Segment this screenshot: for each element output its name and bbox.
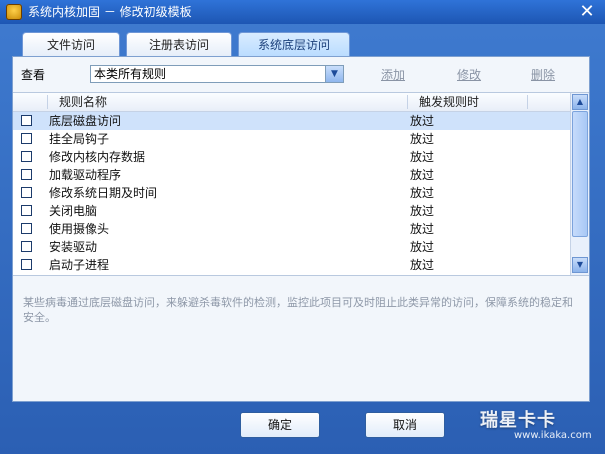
table-row[interactable]: 加载驱动程序 放过 xyxy=(13,166,570,184)
rule-name-cell: 使用摄像头 xyxy=(49,222,110,236)
column-separator xyxy=(527,95,528,109)
tab-file-access[interactable]: 文件访问 xyxy=(22,32,120,56)
rule-checkbox[interactable] xyxy=(21,187,32,198)
column-separator xyxy=(407,95,408,109)
dropdown-arrow-icon[interactable]: ▼ xyxy=(325,66,343,82)
watermark-text: 瑞星卡卡 xyxy=(480,410,556,431)
dialog-window: 系统内核加固 － 修改初级模板 ✕ 文件访问 注册表访问 系统底层访问 查看 本… xyxy=(0,0,605,454)
rule-checkbox[interactable] xyxy=(21,205,32,216)
rule-name-cell: 加载驱动程序 xyxy=(49,168,122,182)
rule-action-cell: 放过 xyxy=(410,150,435,164)
window-title: 系统内核加固 － 修改初级模板 xyxy=(28,5,192,19)
cancel-button[interactable]: 取消 xyxy=(365,412,445,438)
rule-action-cell: 放过 xyxy=(410,222,435,236)
rule-checkbox[interactable] xyxy=(21,169,32,180)
scroll-thumb[interactable] xyxy=(572,111,588,237)
scroll-up-icon[interactable]: ▲ xyxy=(572,94,588,110)
table-row[interactable]: 修改系统日期及时间 放过 xyxy=(13,184,570,202)
add-rule-link[interactable]: 添加 xyxy=(381,66,405,83)
rule-action-cell: 放过 xyxy=(410,186,435,200)
rule-name-cell: 挂全局钩子 xyxy=(49,132,110,146)
rule-name-cell: 安装驱动 xyxy=(49,240,98,254)
table-row[interactable]: 启动子进程 放过 xyxy=(13,256,570,274)
table-row[interactable]: 使用摄像头 放过 xyxy=(13,220,570,238)
app-shield-icon xyxy=(6,4,22,20)
table-row[interactable]: 底层磁盘访问 放过 xyxy=(13,112,570,130)
table-row[interactable]: 修改内核内存数据 放过 xyxy=(13,148,570,166)
rule-filter-value: 本类所有规则 xyxy=(94,67,167,81)
rule-name-cell: 启动子进程 xyxy=(49,258,110,272)
rule-action-cell: 放过 xyxy=(410,240,435,254)
rule-checkbox[interactable] xyxy=(21,259,32,270)
column-separator xyxy=(47,95,48,109)
rule-name-cell: 修改内核内存数据 xyxy=(49,150,146,164)
rule-action-cell: 放过 xyxy=(410,168,435,182)
rule-name-cell: 底层磁盘访问 xyxy=(49,114,122,128)
rule-checkbox[interactable] xyxy=(21,241,32,252)
filter-row: 查看 本类所有规则 ▼ 添加 修改 删除 xyxy=(13,63,589,85)
rules-panel: 查看 本类所有规则 ▼ 添加 修改 删除 规则名称 触发规则时 底层磁盘访问 放… xyxy=(12,56,590,402)
table-row[interactable]: 安装驱动 放过 xyxy=(13,238,570,256)
rule-action-cell: 放过 xyxy=(410,204,435,218)
watermark-url: www.ikaka.com xyxy=(514,430,592,441)
delete-rule-link[interactable]: 删除 xyxy=(531,66,555,83)
rule-description: 某些病毒通过底层磁盘访问，来躲避杀毒软件的检测，监控此项目可及时阻止此类异常的访… xyxy=(23,296,573,324)
close-button[interactable]: ✕ xyxy=(577,2,597,22)
rule-checkbox[interactable] xyxy=(21,115,32,126)
rule-checkbox[interactable] xyxy=(21,151,32,162)
tab-system-low-level-access[interactable]: 系统底层访问 xyxy=(238,32,350,58)
rule-name-cell: 关闭电脑 xyxy=(49,204,98,218)
rule-checkbox[interactable] xyxy=(21,223,32,234)
rule-action-cell: 放过 xyxy=(410,114,435,128)
rule-checkbox[interactable] xyxy=(21,133,32,144)
rules-table: 规则名称 触发规则时 底层磁盘访问 放过 挂全局钩子 放过 修改内核内存数据 放… xyxy=(13,92,589,276)
rule-name-cell: 修改系统日期及时间 xyxy=(49,186,158,200)
table-header: 规则名称 触发规则时 xyxy=(13,93,570,112)
table-row[interactable]: 关闭电脑 放过 xyxy=(13,202,570,220)
ok-button[interactable]: 确定 xyxy=(240,412,320,438)
filter-label: 查看 xyxy=(21,68,46,82)
rule-action-cell: 放过 xyxy=(410,132,435,146)
column-header-trigger-action[interactable]: 触发规则时 xyxy=(419,93,479,111)
column-header-rule-name[interactable]: 规则名称 xyxy=(59,93,107,111)
title-bar[interactable]: 系统内核加固 － 修改初级模板 ✕ xyxy=(0,0,605,24)
rule-filter-select[interactable]: 本类所有规则 ▼ xyxy=(90,65,344,83)
edit-rule-link[interactable]: 修改 xyxy=(457,66,481,83)
table-row[interactable]: 挂全局钩子 放过 xyxy=(13,130,570,148)
tab-registry-access[interactable]: 注册表访问 xyxy=(126,32,232,56)
vertical-scrollbar[interactable]: ▲ ▼ xyxy=(570,93,589,275)
rule-action-cell: 放过 xyxy=(410,258,435,272)
scroll-down-icon[interactable]: ▼ xyxy=(572,257,588,273)
watermark-logo: 瑞星卡卡 www.ikaka.com xyxy=(474,404,602,450)
